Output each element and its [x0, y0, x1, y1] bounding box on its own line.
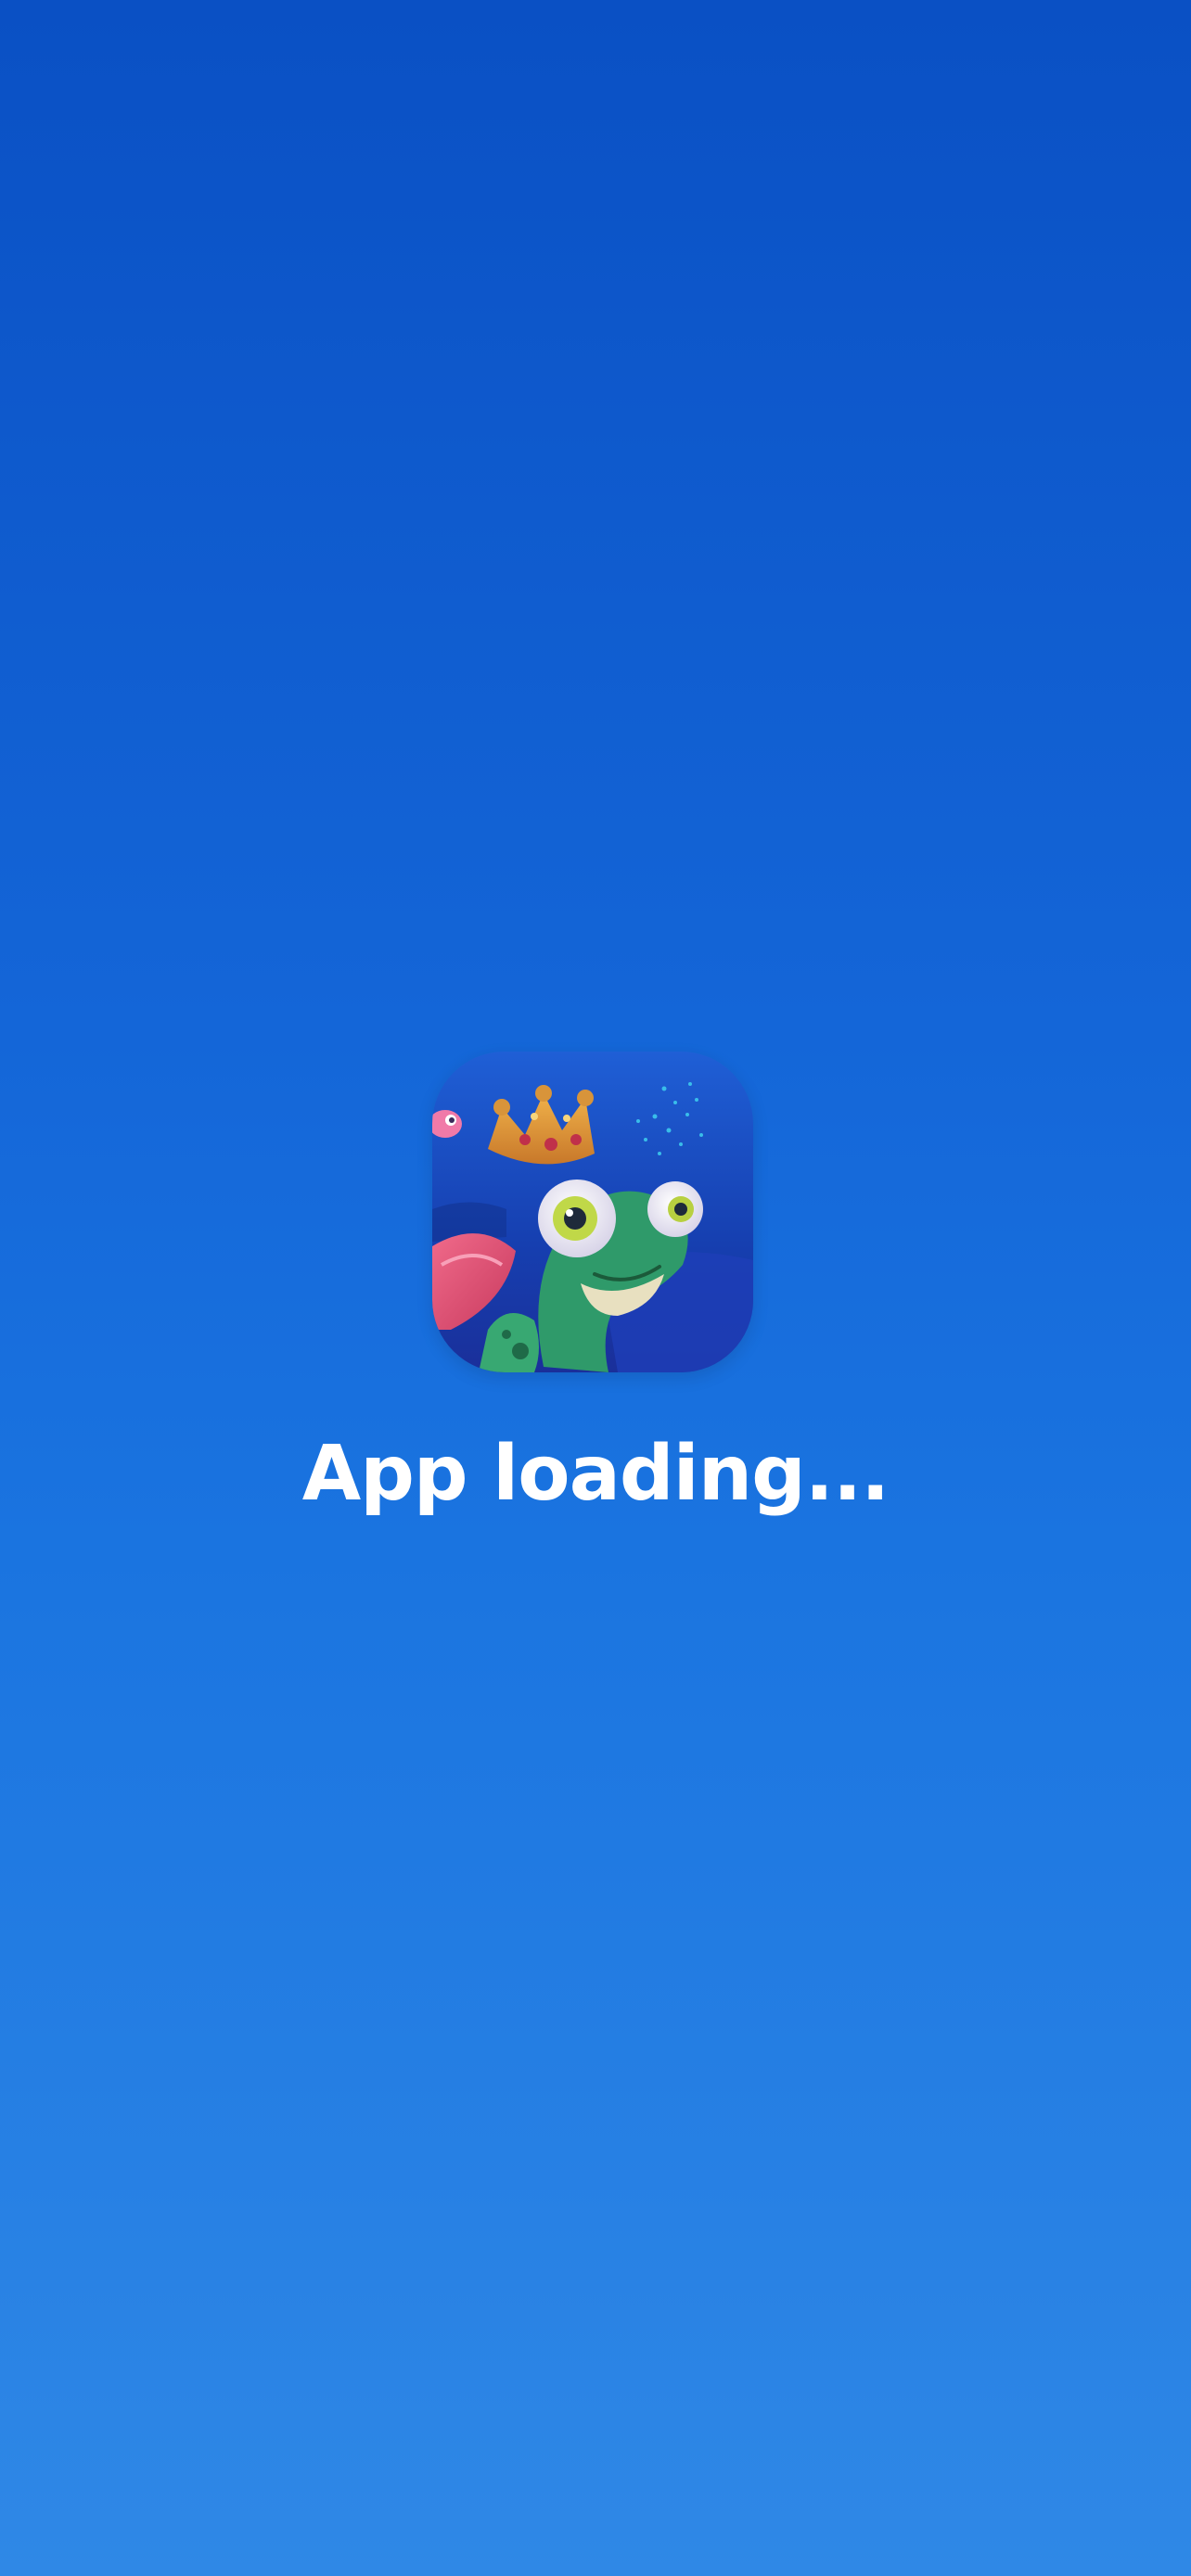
- frog-king-app-icon: [432, 1052, 753, 1372]
- loading-label: App loading...: [301, 1430, 890, 1518]
- splash-screen: App loading...: [0, 0, 1191, 2576]
